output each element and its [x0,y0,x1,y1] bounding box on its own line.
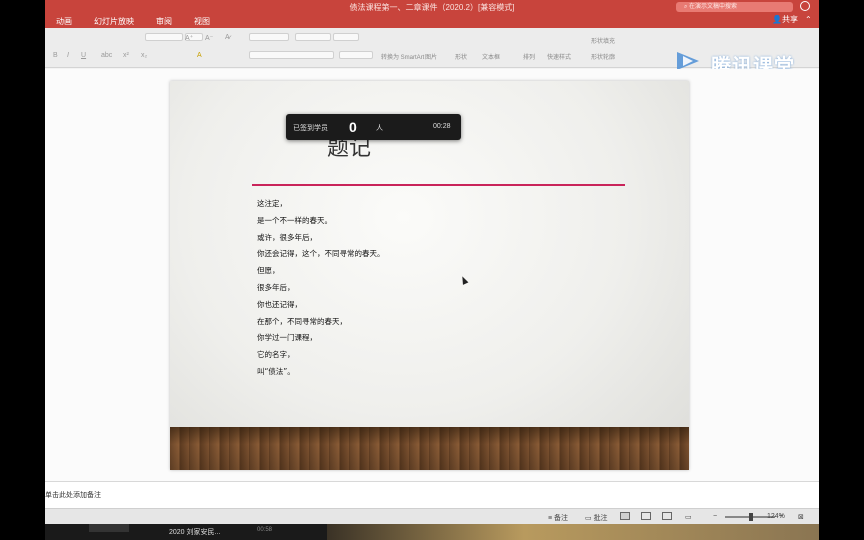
menu-view[interactable]: 视图 [183,14,221,28]
body-line: 很多年后， [257,282,295,292]
body-line: 你学过一门课程， [257,333,317,343]
shape-button[interactable]: 形状 [455,52,467,61]
italic-icon[interactable]: I [67,52,69,59]
shape-outline-button[interactable]: 形状轮廓 [591,52,615,61]
bullets-box[interactable] [249,33,289,41]
taskbar: 2020 刘家安民... 00:58 [45,524,819,540]
menu-slideshow[interactable]: 幻灯片放映 [83,14,145,28]
powerpoint-window: 债法课程第一、二章课件（2020.2）[兼容模式] 动画 幻灯片放映 审阅 视图… [45,0,819,540]
strikethrough-icon[interactable]: abc [101,52,112,59]
numbering-box[interactable] [295,33,331,41]
body-line: 你也还记得， [257,299,302,309]
body-line: 你还会记得，这个，不同寻常的春天。 [257,249,385,259]
quick-styles-button[interactable]: 快速样式 [547,52,571,61]
share-label: 共享 [781,15,798,24]
font-color-icon[interactable]: A [197,52,202,59]
shape-fill-button[interactable]: 形状填充 [591,36,615,45]
taskbar-item-time: 00:58 [257,527,273,533]
picture-button[interactable]: 图片 [425,52,437,61]
line-spacing-box[interactable] [333,33,359,41]
reading-view-icon[interactable] [662,512,672,520]
body-line: 但愿， [257,266,280,276]
columns-box[interactable] [339,51,373,59]
alignment-box[interactable] [249,51,334,59]
body-line: 叫“债法”。 [257,366,295,376]
taskbar-thumbnail[interactable] [89,524,129,532]
notes-pane[interactable]: 单击此处添加备注 [45,481,819,508]
shrink-font-icon[interactable]: A⁻ [205,34,213,42]
notes-toggle-button[interactable]: ≡ 备注 [548,513,568,523]
ribbon-toolbar: B I U abc x² x₂ A⁺ A⁻ A̷ A 转换为 SmartArt … [45,28,819,78]
taskbar-item[interactable]: 2020 刘家安民... [169,527,220,537]
taskbar-item-label: 2020 刘家安民... [169,529,221,536]
slide-body[interactable]: 这注定， 是一个不一样的春天。 或许，很多年后， 你还会记得，这个，不同寻常的春… [257,196,597,381]
search-placeholder: 在演示文稿中搜索 [689,4,738,10]
signin-count: 0 [349,119,357,135]
background-photo [327,524,819,540]
comments-button[interactable]: ▭ 批注 [585,513,608,523]
slideshow-view-icon[interactable]: ▭ [685,513,692,521]
slide-sorter-icon[interactable] [641,512,651,520]
superscript-icon[interactable]: x² [123,52,129,59]
grow-font-icon[interactable]: A⁺ [185,34,193,42]
signin-counter-overlay[interactable]: 已签到学员 0 人 00:28 [286,114,461,140]
normal-view-icon[interactable] [620,512,630,520]
wood-floor-decoration [170,427,689,470]
font-name-box[interactable] [145,33,183,41]
body-line: 是一个不一样的春天。 [257,215,332,225]
share-button[interactable]: 👤共享 [772,14,798,25]
subscript-icon[interactable]: x₂ [141,52,147,59]
notes-placeholder: 单击此处添加备注 [45,492,101,499]
signin-unit: 人 [376,125,383,132]
title-divider [252,184,625,186]
arrange-button[interactable]: 排列 [523,52,535,61]
status-bar: ≡ 备注 ▭ 批注 ▭ − + 124% ⊠ [45,508,819,524]
zoom-slider-knob[interactable] [749,513,753,521]
body-line: 这注定， [257,199,287,208]
underline-icon[interactable]: U [81,52,86,59]
comments-label: 批注 [593,515,608,522]
fit-window-icon[interactable]: ⊠ [798,513,804,521]
menu-bar: 动画 幻灯片放映 审阅 视图 [45,14,221,28]
menu-animation[interactable]: 动画 [45,14,83,28]
body-line: 在那个，不同寻常的春天， [257,316,347,326]
menu-review[interactable]: 审阅 [145,14,183,28]
notes-toggle-label: 备注 [554,515,569,522]
clear-format-icon[interactable]: A̷ [225,34,230,41]
convert-smartart-button[interactable]: 转换为 SmartArt [381,52,424,61]
search-input[interactable]: ⌕ 在演示文稿中搜索 [676,2,793,12]
bold-icon[interactable]: B [53,52,58,59]
body-line: 它的名字， [257,350,295,360]
signin-timer: 00:28 [433,123,451,130]
smiley-feedback-icon[interactable] [800,1,810,11]
person-icon: 👤 [772,15,782,24]
zoom-out-icon[interactable]: − [713,513,717,520]
title-bar: 债法课程第一、二章课件（2020.2）[兼容模式] 动画 幻灯片放映 审阅 视图… [45,0,819,28]
collapse-ribbon-icon[interactable]: ⌃ [805,15,812,24]
zoom-level[interactable]: 124% [767,513,785,520]
body-line: 或许，很多年后， [257,232,317,242]
signin-label: 已签到学员 [293,125,328,132]
textbox-button[interactable]: 文本框 [482,52,500,61]
